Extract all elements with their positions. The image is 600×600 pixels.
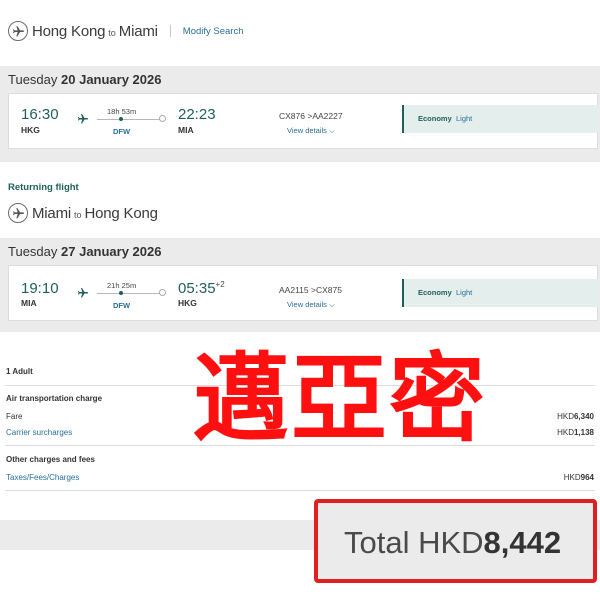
- fare-type: Light: [456, 114, 473, 123]
- total-highlight-box: Total HKD8,442: [314, 499, 597, 583]
- cabin-class-box: Economy Light: [402, 105, 599, 133]
- outbound-route-header: Hong Kong to Miami Modify Search: [8, 18, 244, 44]
- other-charges-heading: Other charges and fees: [6, 455, 95, 464]
- arrive-time: 05:35+2: [178, 280, 225, 297]
- chevron-down-icon: ⌵: [328, 126, 335, 135]
- to-word: to: [74, 210, 82, 220]
- overlay-caption: 邁亞密: [193, 343, 487, 455]
- end-dot: [159, 115, 166, 122]
- plane-icon: [78, 288, 88, 298]
- view-details-link[interactable]: View details ⌵: [287, 300, 335, 310]
- arrive-airport: MIA: [178, 125, 194, 135]
- divider: [5, 490, 595, 491]
- stop-airport: DFW: [113, 127, 131, 136]
- plane-icon: [8, 203, 28, 223]
- return-date: Tuesday 27 January 2026: [8, 244, 162, 259]
- destination-city: Miami: [118, 22, 158, 40]
- depart-airport: HKG: [21, 125, 40, 135]
- header-divider: [169, 25, 171, 37]
- plane-icon: [8, 21, 28, 41]
- view-details-link[interactable]: View details ⌵: [287, 126, 335, 136]
- cabin-class-box: Economy Light: [402, 279, 599, 307]
- chevron-down-icon: ⌵: [328, 300, 335, 309]
- route-line: [97, 119, 163, 120]
- cabin-name: Economy: [418, 114, 452, 123]
- return-flight-card[interactable]: 19:10 MIA 21h 25m DFW 05:35+2 HKG AA2115…: [8, 265, 599, 321]
- return-date-band: Tuesday 27 January 2026 19:10 MIA 21h 25…: [0, 238, 600, 332]
- air-charge-heading: Air transportation charge: [6, 394, 103, 403]
- destination-city: Hong Kong: [84, 204, 158, 222]
- passenger-count: 1 Adult: [6, 367, 33, 376]
- fare-amount: HKD6,340: [557, 412, 594, 421]
- depart-time: 16:30: [21, 106, 59, 123]
- return-route-header: Miami to Hong Kong: [8, 200, 158, 226]
- fare-type: Light: [456, 288, 473, 297]
- origin-city: Miami: [32, 204, 71, 222]
- route-line: [97, 293, 163, 294]
- stop-dot: [119, 117, 123, 121]
- depart-time: 19:10: [21, 280, 59, 297]
- flight-numbers: AA2115 >CX875: [279, 285, 342, 295]
- plane-icon: [78, 114, 88, 124]
- outbound-date-band: Tuesday 20 January 2026 16:30 HKG 18h 53…: [0, 66, 600, 162]
- arrive-airport: HKG: [178, 298, 197, 308]
- taxes-link[interactable]: Taxes/Fees/Charges: [6, 473, 79, 482]
- fare-label: Fare: [6, 412, 23, 421]
- outbound-flight-card[interactable]: 16:30 HKG 18h 53m DFW 22:23 MIA CX876 >A…: [8, 93, 599, 149]
- returning-flight-label: Returning flight: [8, 182, 79, 193]
- stop-dot: [119, 291, 123, 295]
- cabin-name: Economy: [418, 288, 452, 297]
- depart-airport: MIA: [21, 298, 37, 308]
- arrive-time: 22:23: [178, 106, 216, 123]
- carrier-surcharges-link[interactable]: Carrier surcharges: [6, 428, 72, 437]
- outbound-date: Tuesday 20 January 2026: [8, 72, 162, 87]
- flight-duration: 18h 53m: [107, 107, 137, 116]
- taxes-amount: HKD964: [563, 473, 594, 482]
- total-price: Total HKD8,442: [344, 525, 562, 560]
- carrier-amount: HKD1,138: [557, 428, 594, 437]
- stop-airport: DFW: [113, 301, 131, 310]
- to-word: to: [108, 28, 116, 38]
- flight-numbers: CX876 >AA2227: [279, 111, 343, 121]
- end-dot: [159, 289, 166, 296]
- origin-city: Hong Kong: [32, 22, 106, 40]
- flight-duration: 21h 25m: [107, 281, 137, 290]
- modify-search-link[interactable]: Modify Search: [183, 26, 244, 37]
